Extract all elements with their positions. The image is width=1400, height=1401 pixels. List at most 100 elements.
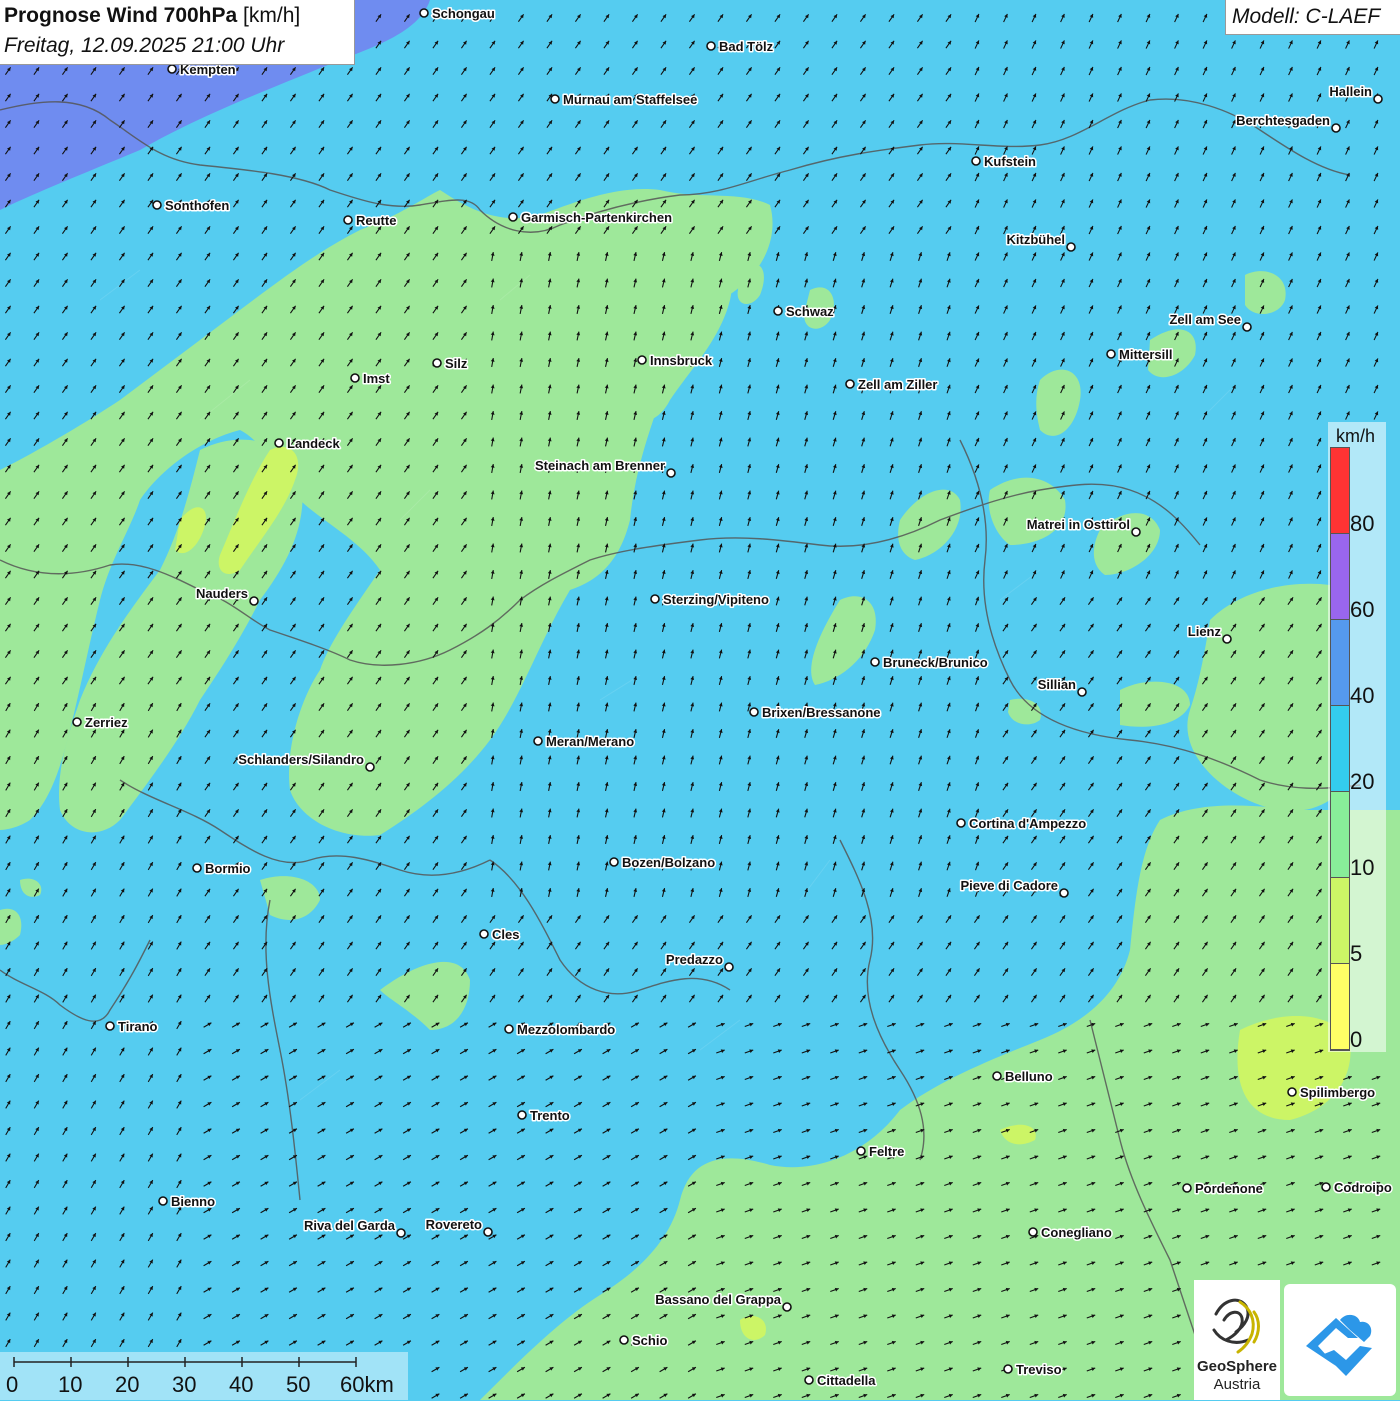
city-dot (1060, 889, 1068, 897)
city-dot (518, 1111, 526, 1119)
city-dot (1243, 323, 1251, 331)
city-label: Trento (530, 1108, 570, 1123)
city-marker[interactable]: Sonthofen (153, 198, 229, 213)
city-dot (638, 356, 646, 364)
legend-swatch (1331, 878, 1349, 964)
city-dot (651, 595, 659, 603)
city-dot (1332, 124, 1340, 132)
city-marker[interactable]: Schongau (420, 6, 495, 21)
city-dot (1288, 1088, 1296, 1096)
model-box: Modell: C-LAEF (1225, 0, 1400, 35)
city-dot (397, 1229, 405, 1237)
city-label: Predazzo (666, 952, 723, 967)
title-box: Prognose Wind 700hPa [km/h] Freitag, 12.… (0, 0, 355, 65)
city-dot (1107, 350, 1115, 358)
city-marker[interactable]: Bruneck/Brunico (871, 655, 988, 670)
city-dot (1078, 688, 1086, 696)
city-label: Riva del Garda (304, 1218, 396, 1233)
city-marker[interactable]: Pordenone (1183, 1181, 1263, 1196)
scale-label-50: 50 (286, 1372, 310, 1398)
city-marker[interactable]: Innsbruck (638, 353, 713, 368)
city-dot (1029, 1228, 1037, 1236)
city-label: Innsbruck (650, 353, 713, 368)
city-label: Bruneck/Brunico (883, 655, 988, 670)
city-dot (73, 718, 81, 726)
city-dot (783, 1303, 791, 1311)
city-dot (857, 1147, 865, 1155)
city-label: Rovereto (426, 1217, 482, 1232)
city-label: Bassano del Grappa (655, 1292, 781, 1307)
city-dot (509, 213, 517, 221)
city-dot (106, 1022, 114, 1030)
scale-label-0: 0 (6, 1372, 18, 1398)
legend-swatch (1331, 964, 1349, 1050)
city-label: Zell am See (1169, 312, 1241, 327)
city-label: Landeck (287, 436, 341, 451)
city-label: Spilimbergo (1300, 1085, 1375, 1100)
city-dot (1223, 635, 1231, 643)
city-label: Matrei in Osttirol (1027, 517, 1130, 532)
city-label: Tirano (118, 1019, 158, 1034)
legend-unit: km/h (1336, 426, 1375, 447)
model-label: Modell: C-LAEF (1232, 5, 1380, 29)
legend-swatch (1331, 706, 1349, 792)
city-label: Kufstein (984, 154, 1036, 169)
city-marker[interactable]: Bozen/Bolzano (610, 855, 715, 870)
city-label: Murnau am Staffelsee (563, 92, 697, 107)
city-dot (551, 95, 559, 103)
city-label: Bormio (205, 861, 251, 876)
title-text: Prognose Wind 700hPa (4, 4, 237, 27)
city-label: Zell am Ziller (858, 377, 937, 392)
city-dot (750, 708, 758, 716)
city-label: Feltre (869, 1144, 904, 1159)
city-label: Steinach am Brenner (535, 458, 665, 473)
city-marker[interactable]: Garmisch-Partenkirchen (509, 210, 672, 225)
city-dot (1374, 95, 1382, 103)
city-label: Hallein (1329, 84, 1372, 99)
city-label: Cortina d'Ampezzo (969, 816, 1086, 831)
city-dot (534, 737, 542, 745)
city-marker[interactable]: Mezzolombardo (505, 1022, 615, 1037)
legend-label: 40 (1350, 683, 1374, 709)
legend-label: 10 (1350, 855, 1374, 881)
city-dot (972, 157, 980, 165)
legend-swatch (1331, 534, 1349, 620)
city-dot (480, 930, 488, 938)
city-dot (168, 65, 176, 73)
geosphere-logo[interactable]: GeoSphere Austria (1194, 1280, 1280, 1400)
city-dot (993, 1072, 1001, 1080)
city-label: Schwaz (786, 304, 834, 319)
city-dot (1132, 528, 1140, 536)
weather-app-icon (1284, 1284, 1396, 1396)
legend-label: 0 (1350, 1027, 1362, 1053)
legend-bar (1330, 447, 1350, 1051)
city-dot (505, 1025, 513, 1033)
city-marker[interactable]: Cortina d'Ampezzo (957, 816, 1086, 831)
city-dot (484, 1228, 492, 1236)
city-label: Bienno (171, 1194, 215, 1209)
city-label: Garmisch-Partenkirchen (521, 210, 672, 225)
city-label: Cittadella (817, 1373, 876, 1388)
scale-bar: 0 10 20 30 40 50 60km (0, 1352, 408, 1400)
city-label: Brixen/Bressanone (762, 705, 881, 720)
city-marker[interactable]: Spilimbergo (1288, 1085, 1375, 1100)
city-dot (805, 1376, 813, 1384)
city-marker[interactable]: Conegliano (1029, 1225, 1112, 1240)
city-marker[interactable]: Sterzing/Vipiteno (651, 592, 769, 607)
city-label: Mezzolombardo (517, 1022, 615, 1037)
city-dot (366, 763, 374, 771)
city-marker[interactable]: Zell am Ziller (846, 377, 937, 392)
city-marker[interactable]: Murnau am Staffelsee (551, 92, 697, 107)
city-label: Schio (632, 1333, 667, 1348)
city-dot (351, 374, 359, 382)
wind-map: SchongauBad TölzKemptenMurnau am Staffel… (0, 0, 1400, 1400)
city-marker[interactable]: Meran/Merano (534, 734, 634, 749)
weather-app-logo[interactable] (1284, 1284, 1396, 1396)
city-dot (250, 597, 258, 605)
city-dot (774, 307, 782, 315)
legend-swatch (1331, 620, 1349, 706)
color-legend: km/h 806040201050 (1328, 422, 1386, 1052)
city-marker[interactable]: Brixen/Bressanone (750, 705, 881, 720)
city-dot (433, 359, 441, 367)
legend-label: 5 (1350, 941, 1362, 967)
